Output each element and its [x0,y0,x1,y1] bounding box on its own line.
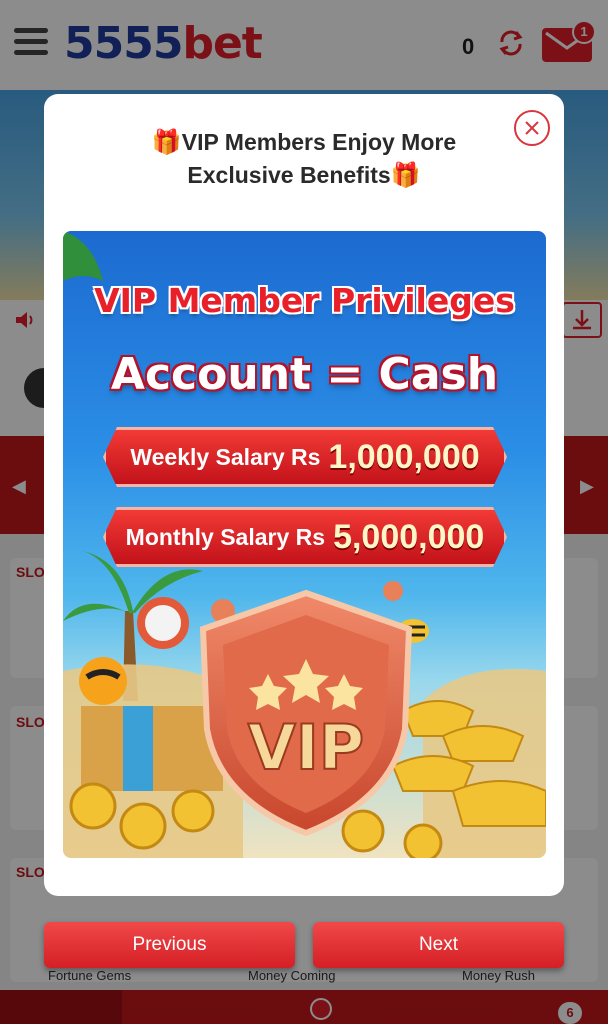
vip-modal: 🎁VIP Members Enjoy More Exclusive Benefi… [44,94,564,896]
promo-subheading: Account = Cash [110,349,499,400]
weekly-salary-label: Weekly Salary Rs [130,443,321,470]
weekly-salary-banner: Weekly Salary Rs 1,000,000 [103,427,507,487]
promo-heading: VIP Member Privileges [94,281,515,320]
next-button[interactable]: Next [313,922,564,968]
weekly-salary-amount: 1,000,000 [328,437,480,476]
modal-title: 🎁VIP Members Enjoy More Exclusive Benefi… [84,126,524,192]
gift-icon: 🎁 [151,129,182,156]
vip-shield-icon: VIP [199,589,413,837]
close-icon [525,121,539,135]
previous-button[interactable]: Previous [44,922,295,968]
shield-text: VIP [248,711,365,784]
monthly-salary-banner: Monthly Salary Rs 5,000,000 [103,507,507,567]
monthly-salary-amount: 5,000,000 [333,517,485,556]
close-button[interactable] [514,110,550,146]
modal-title-line1: VIP Members Enjoy More [181,129,457,155]
gift-icon: 🎁 [390,162,421,189]
modal-title-line2: Exclusive Benefits [187,162,391,188]
monthly-salary-label: Monthly Salary Rs [125,523,326,550]
promo-image[interactable]: VIP Member Privileges Account = Cash Wee… [63,231,546,858]
